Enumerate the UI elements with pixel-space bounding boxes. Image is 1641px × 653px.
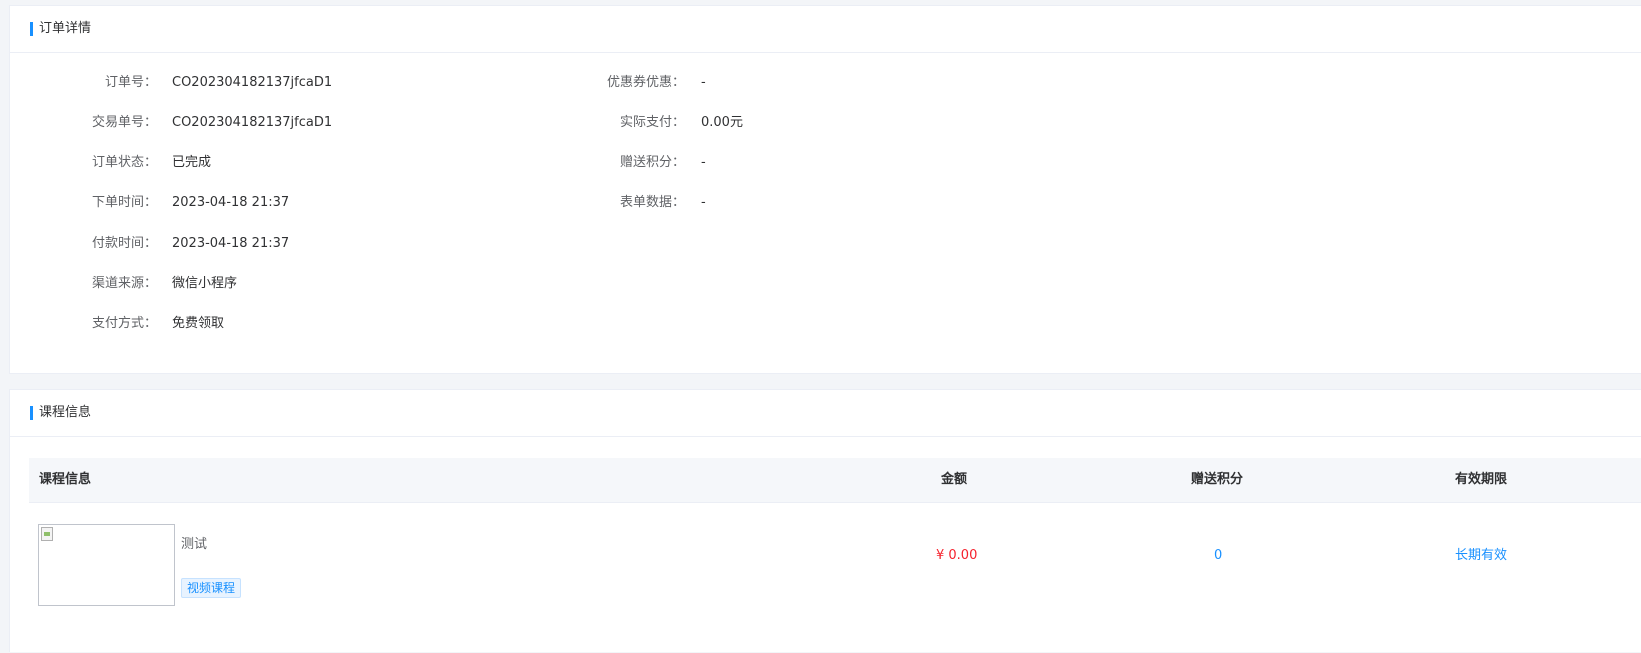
field-value-payment-time: 2023-04-18 21:37 <box>172 236 290 251</box>
column-header-validity: 有效期限 <box>1455 472 1508 487</box>
field-value-order-status: 已完成 <box>172 155 212 170</box>
field-label-payment-time: 付款时间： <box>91 236 157 251</box>
column-header-course-info: 课程信息 <box>39 472 92 487</box>
column-header-amount: 金额 <box>941 472 968 487</box>
field-label-form-data: 表单数据： <box>619 195 685 210</box>
course-bonus-points: 0 <box>1214 548 1223 563</box>
field-value-actual-payment: 0.00元 <box>701 115 743 130</box>
course-amount: ¥ 0.00 <box>936 548 978 563</box>
field-label-order-time: 下单时间： <box>91 195 157 210</box>
table-row[interactable]: 测试 视频课程 ¥ 0.00 0 长期有效 <box>29 503 1641 653</box>
course-thumbnail[interactable] <box>38 524 175 606</box>
field-label-bonus-points: 赠送积分： <box>619 155 685 170</box>
field-label-channel-source: 渠道来源： <box>91 276 157 291</box>
order-detail-card: 订单详情 订单号： CO202304182137jfcaD1 交易单号： CO2… <box>9 5 1641 374</box>
field-label-payment-method: 支付方式： <box>91 316 157 331</box>
course-name: 测试 <box>181 537 208 552</box>
field-label-transaction-no: 交易单号： <box>91 115 157 130</box>
course-info-header: 课程信息 <box>10 390 1641 437</box>
broken-image-icon <box>41 527 53 541</box>
course-info-card: 课程信息 课程信息 金额 赠送积分 有效期限 测试 视频课程 ¥ 0.00 0 … <box>9 389 1641 652</box>
course-type-tag: 视频课程 <box>181 578 242 598</box>
course-info-title: 课程信息 <box>39 405 92 420</box>
field-value-bonus-points: - <box>701 155 706 170</box>
field-value-transaction-no: CO202304182137jfcaD1 <box>172 115 333 130</box>
field-label-actual-payment: 实际支付： <box>619 115 685 130</box>
course-validity: 长期有效 <box>1455 548 1508 563</box>
section-accent-bar <box>30 406 33 420</box>
field-label-order-status: 订单状态： <box>91 155 157 170</box>
field-label-coupon-discount: 优惠券优惠： <box>606 75 685 90</box>
field-value-payment-method: 免费领取 <box>172 316 225 331</box>
field-value-form-data: - <box>701 195 706 210</box>
field-label-order-no: 订单号： <box>104 75 157 90</box>
order-detail-title: 订单详情 <box>39 21 92 36</box>
section-accent-bar <box>30 22 33 36</box>
field-value-coupon-discount: - <box>701 75 706 90</box>
order-detail-header: 订单详情 <box>10 6 1641 53</box>
field-value-order-time: 2023-04-18 21:37 <box>172 195 290 210</box>
course-table-header: 课程信息 金额 赠送积分 有效期限 <box>29 458 1641 503</box>
column-header-bonus-points: 赠送积分 <box>1191 472 1244 487</box>
field-value-order-no: CO202304182137jfcaD1 <box>172 75 333 90</box>
field-value-channel-source: 微信小程序 <box>172 276 238 291</box>
